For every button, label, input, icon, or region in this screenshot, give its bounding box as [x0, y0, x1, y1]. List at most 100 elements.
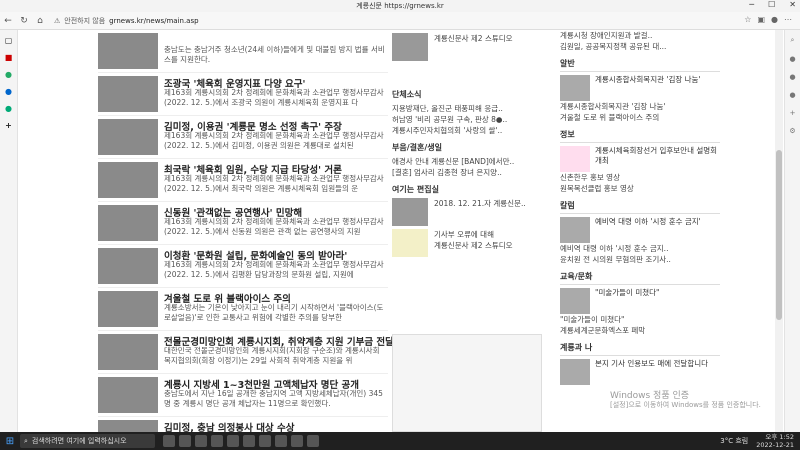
list-item[interactable]: 윤치원 전 시의원 무혐의판 조기사..	[560, 254, 720, 265]
app-icon[interactable]	[179, 435, 191, 447]
article-list: 충남도는 충남거주 청소년(24세 이하)들에게 및 대불림 방지 법률 서비스…	[98, 30, 394, 432]
url-field[interactable]: ⚠ 안전하지 않음 grnews.kr/news/main.asp	[54, 16, 199, 26]
refresh-icon[interactable]: ↻	[16, 16, 32, 26]
list-item[interactable]: 겨울철 도로 위 블랙아이스 주의	[560, 112, 720, 123]
article-row[interactable]: 겨울철 도로 위 블랙아이스 주의 계룡소방서는 기온이 낮아지고 눈이 내리기 …	[98, 288, 388, 331]
sidebar-app-icon[interactable]: ●	[789, 91, 795, 99]
page-content: 충남도는 충남거주 청소년(24세 이하)들에게 및 대불림 방지 법률 서비스…	[20, 30, 775, 432]
article-row[interactable]: 조광국 '체육회 운영지표 다양 요구' 제163회 계룡시의회 2차 정례회에 …	[98, 73, 388, 116]
article-row[interactable]: 전몰군경미망인회 계룡시지회, 취약계층 지원 기부금 전달 대한민국 전몰군경미…	[98, 331, 394, 374]
featured-item[interactable]: "미술가들이 미쳤다"	[560, 288, 720, 314]
article-row[interactable]: 충남도는 충남거주 청소년(24세 이하)들에게 및 대불림 방지 법률 서비스…	[98, 30, 388, 73]
search-placeholder: 검색하려면 여기에 입력하십시오	[31, 437, 127, 445]
article-summary: 제163회 계룡시의회 2차 정례회에 문화체육과 소관업무 행정사무감사(20…	[164, 217, 384, 236]
list-item[interactable]: 허남영 '비리 공무원 구속, 판상 8●..	[392, 114, 552, 125]
list-item[interactable]: 2018. 12. 21.자 계룡신문..	[392, 198, 552, 226]
article-thumb[interactable]	[98, 205, 158, 241]
clock[interactable]: 오후 1:52 2022-12-21	[756, 433, 794, 449]
app-icon[interactable]	[275, 435, 287, 447]
featured-item[interactable]: 예비역 대령 이하 '시정 훈수 금지'	[560, 217, 720, 243]
app-icon[interactable]	[291, 435, 303, 447]
article-summary: 제163회 계룡시의회 2차 정례회에 문화체육과 소관업무 행정사무감사(20…	[164, 131, 384, 150]
article-thumb[interactable]	[98, 377, 158, 413]
list-item[interactable]: [결혼] 엄사리 김종현 장녀 은지양..	[392, 167, 552, 178]
weather-text[interactable]: 3°C 흐림	[720, 436, 748, 446]
scrollbar[interactable]	[775, 30, 783, 432]
featured-item[interactable]: 계룡시종합사회복지관 '김장 나눔'	[560, 75, 720, 101]
article-thumb[interactable]	[98, 248, 158, 284]
featured-item[interactable]: 본지 기사 인용보도 매에 전달합니다	[560, 359, 720, 385]
security-label: 안전하지 않음	[64, 16, 106, 25]
article-thumb[interactable]	[98, 162, 158, 198]
article-thumb[interactable]	[98, 119, 158, 155]
list-item[interactable]: 지용방재단, 올진군 태풍피해 응급..	[392, 103, 552, 114]
list-item[interactable]: 계룡세계군문화엑스포 페막	[560, 325, 720, 336]
article-summary: 제163회 계룡시의회 2차 정례회에 문화체육과 소관업무 행정사무감사(20…	[164, 260, 384, 279]
article-row[interactable]: 최국락 '체육회 임원, 수당 지급 타당성' 거론 제163회 계룡시의회 2차…	[98, 159, 388, 202]
app-icon[interactable]	[259, 435, 271, 447]
list-item[interactable]: 김원일, 공공목지정책 공유된 대...	[560, 41, 720, 52]
sidebar-app-icon[interactable]: ●	[789, 73, 795, 81]
list-item[interactable]: "미술가들이 미쳤다"	[560, 314, 720, 325]
list-item[interactable]: 계룡신문사 제2 스튜디오	[392, 33, 552, 61]
minimize-icon[interactable]: ─	[749, 0, 754, 9]
maximize-icon[interactable]: ☐	[768, 0, 775, 9]
taskbar: ⊞ ⌕ 검색하려면 여기에 입력하십시오 3°C 흐림 오후 1:52 2022…	[0, 432, 800, 450]
left-sidebar: ▢ ■ ● ● ● +	[0, 30, 18, 432]
app-icon[interactable]	[243, 435, 255, 447]
featured-item[interactable]: 계룡시체육회장선거 입후보안내 설명회 개최	[560, 146, 720, 172]
scrollbar-thumb[interactable]	[776, 150, 782, 320]
item-text: "미술가들이 미쳤다"	[595, 288, 660, 297]
item-text: 2018. 12. 21.자 계룡신문..	[434, 199, 526, 208]
close-icon[interactable]: ✕	[789, 0, 796, 9]
section-title: 부음/결혼/생일	[392, 143, 443, 152]
app-icon[interactable]	[211, 435, 223, 447]
article-thumb[interactable]	[98, 334, 158, 370]
article-thumb[interactable]	[98, 33, 158, 69]
list-item[interactable]: 계룡시주민자치협의회 '사랑의 쌀'..	[392, 125, 552, 136]
search-icon[interactable]: ⌕	[791, 36, 795, 45]
app-icon[interactable]	[307, 435, 319, 447]
profile-icon[interactable]: ●	[771, 15, 778, 24]
article-thumb[interactable]	[98, 76, 158, 112]
sidebar-app-icon[interactable]: ●	[5, 104, 12, 113]
tab-icon[interactable]: ▢	[5, 36, 13, 45]
sidebar-app-icon[interactable]: ●	[5, 70, 12, 79]
add-icon[interactable]: +	[5, 121, 12, 130]
collections-icon[interactable]: ▣	[757, 15, 765, 24]
taskbar-search[interactable]: ⌕ 검색하려면 여기에 입력하십시오	[20, 434, 155, 448]
article-row[interactable]: 김미정, 이용권 '계룡문 명소 선정 촉구' 주장 제163회 계룡시의회 2차…	[98, 116, 388, 159]
list-item[interactable]: 계룡시청 장애인지원과 발걸..	[560, 30, 720, 41]
app-icon[interactable]	[227, 435, 239, 447]
app-icon[interactable]	[195, 435, 207, 447]
sidebar-app-icon[interactable]: ●	[5, 87, 12, 96]
section-title: 칼럼	[560, 200, 720, 214]
section-title: 알반	[560, 58, 720, 72]
section-title: 여기는 편집실	[392, 185, 439, 194]
article-title[interactable]: 김미정, 충남 의정봉사 대상 수상	[164, 420, 294, 432]
windows-start-icon[interactable]: ⊞	[0, 436, 20, 447]
window-titlebar: 계룡신문 https://grnews.kr ─ ☐ ✕	[0, 0, 800, 12]
add-icon[interactable]: +	[790, 109, 796, 117]
article-row[interactable]: 신동원 '관객없는 공연행사' 민망해 제163회 계룡시의회 2차 정례회에 문…	[98, 202, 388, 245]
list-item[interactable]: 예비역 대령 이하 '시정 훈수 금지..	[560, 243, 720, 254]
list-item[interactable]: 기사부 오류에 대해 계룡신문사 제2 스튜디오	[392, 229, 552, 257]
list-item[interactable]: 원목복선클럽 홍보 영상	[560, 183, 720, 194]
watermark-text: [설정]으로 이동하여 Windows를 정품 인증합니다.	[610, 401, 761, 409]
article-row[interactable]: 김미정, 충남 의정봉사 대상 수상	[98, 417, 388, 432]
list-item[interactable]: 신촌한우 홍보 영상	[560, 172, 720, 183]
article-row[interactable]: 이청환 '문화원 설립, 문화예술인 동의 받아라' 제163회 계룡시의회 2차…	[98, 245, 388, 288]
article-thumb[interactable]	[98, 420, 158, 432]
menu-icon[interactable]: ⋯	[784, 15, 792, 24]
star-icon[interactable]: ☆	[744, 15, 751, 24]
list-item[interactable]: 계룡시종합사회복지관 '김장 나눔'	[560, 101, 720, 112]
back-icon[interactable]: ←	[0, 16, 16, 26]
taskview-icon[interactable]	[163, 435, 175, 447]
article-row[interactable]: 계룡시 지방세 1~3천만원 고액체납자 명단 공개 충남도에서 지난 16일 공…	[98, 374, 388, 417]
home-icon[interactable]: ⌂	[32, 16, 48, 26]
sidebar-app-icon[interactable]: ●	[789, 55, 795, 63]
article-thumb[interactable]	[98, 291, 158, 327]
settings-icon[interactable]: ⚙	[789, 127, 795, 135]
sidebar-app-icon[interactable]: ■	[5, 53, 13, 62]
list-item[interactable]: 애경사 안내 계룡신문 [BAND]에서만..	[392, 156, 552, 167]
